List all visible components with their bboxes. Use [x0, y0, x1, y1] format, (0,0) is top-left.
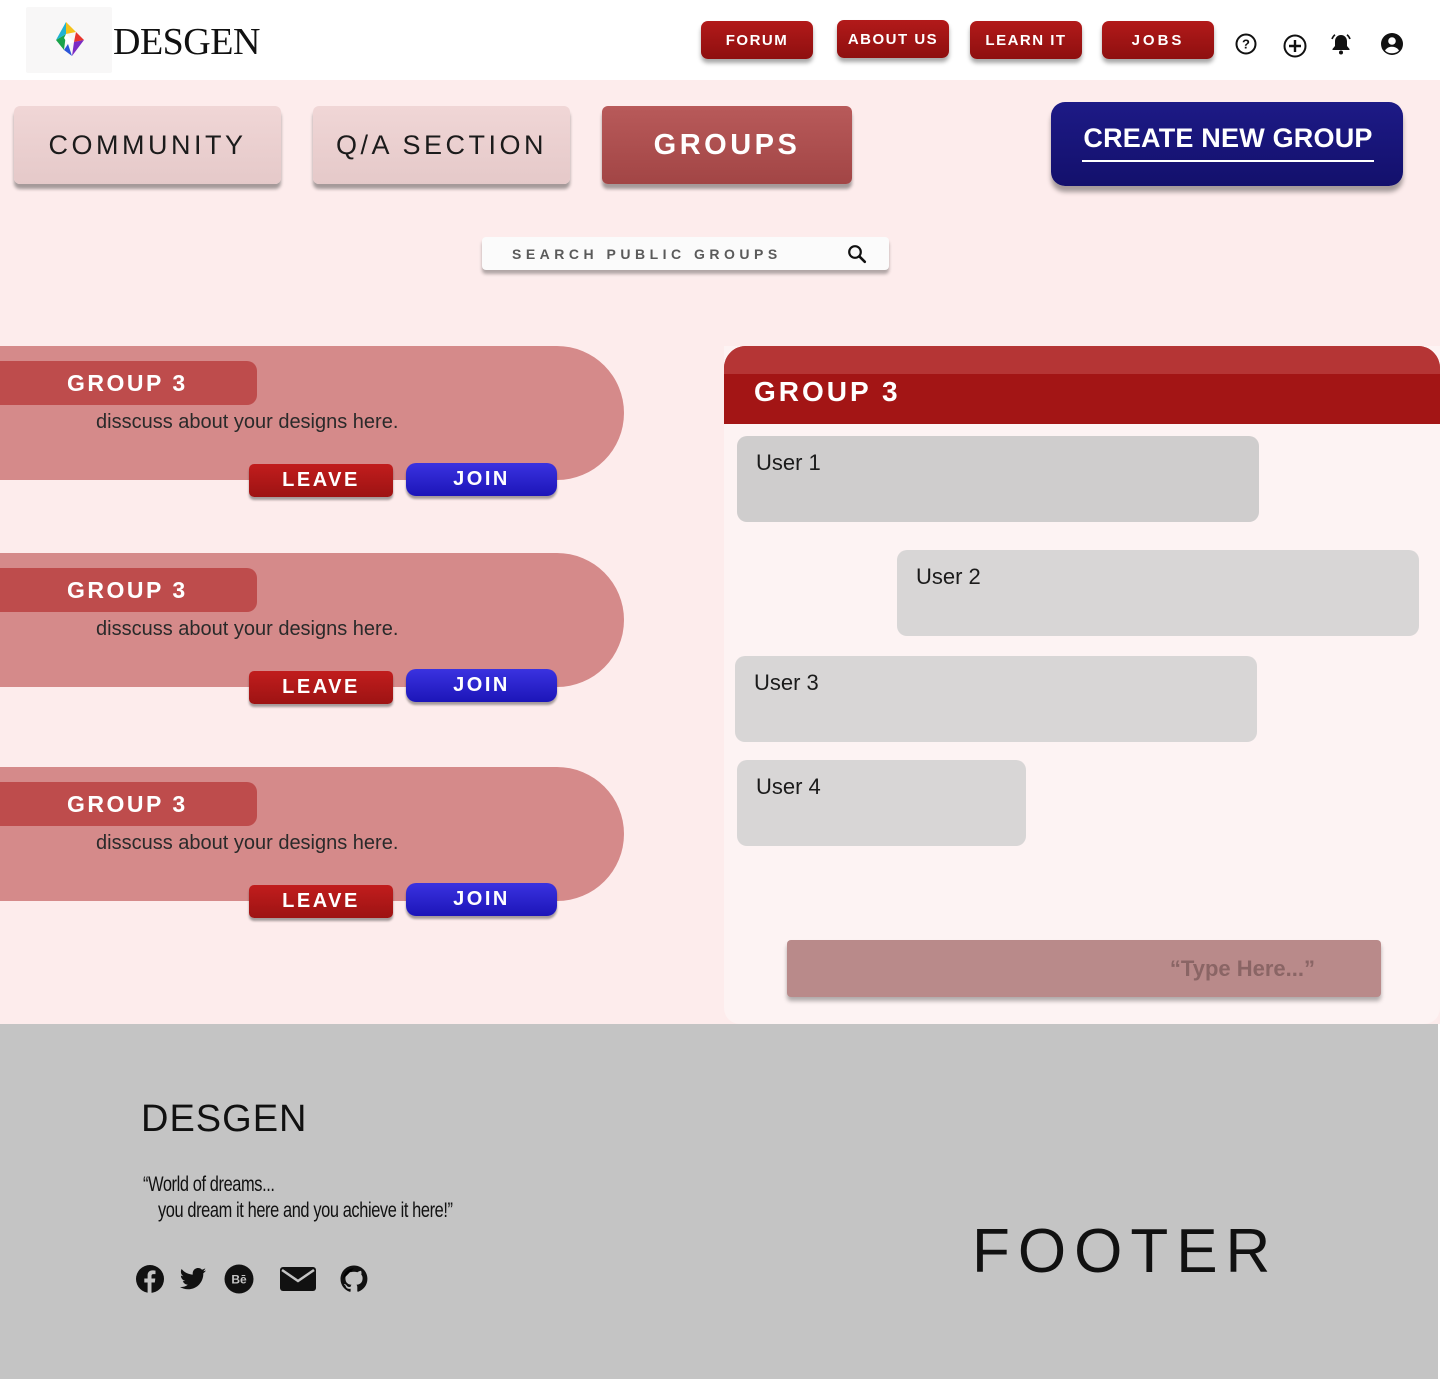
brand-name: DESGEN	[113, 21, 260, 63]
github-icon[interactable]	[339, 1264, 369, 1294]
svg-text:Bē: Bē	[231, 1273, 247, 1287]
tab-qa-section[interactable]: Q/A SECTION	[313, 106, 570, 184]
add-icon[interactable]	[1283, 34, 1307, 58]
chat-header: GROUP 3	[724, 346, 1440, 424]
chat-message: User 3	[735, 656, 1257, 742]
leave-group-button[interactable]: LEAVE	[249, 464, 393, 497]
logo-icon	[56, 22, 84, 56]
footer: DESGEN “World of dreams... you dream it …	[0, 1024, 1438, 1379]
search-icon[interactable]	[846, 243, 868, 265]
leave-group-button[interactable]: LEAVE	[249, 671, 393, 704]
facebook-icon[interactable]	[135, 1264, 165, 1294]
join-group-button[interactable]: JOIN	[406, 463, 557, 496]
group-chat-panel: GROUP 3 User 1 User 2 User 3 User 4	[724, 346, 1440, 1024]
group-card: GROUP 3 disscuss about your designs here…	[0, 553, 624, 687]
create-new-group-label: CREATE NEW GROUP	[1082, 123, 1374, 162]
group-title: GROUP 3	[0, 568, 257, 612]
chat-input-box	[787, 940, 1381, 997]
chat-message: User 2	[897, 550, 1419, 636]
group-description: disscuss about your designs here.	[96, 832, 399, 854]
behance-icon[interactable]: Bē	[224, 1264, 254, 1294]
create-new-group-button[interactable]: CREATE NEW GROUP	[1051, 102, 1403, 186]
account-icon[interactable]	[1380, 32, 1404, 56]
group-card: GROUP 3 disscuss about your designs here…	[0, 767, 624, 901]
footer-label: FOOTER	[972, 1217, 1279, 1286]
leave-group-button[interactable]: LEAVE	[249, 885, 393, 918]
search-input[interactable]	[512, 237, 832, 270]
chat-message: User 4	[737, 760, 1026, 846]
tab-groups[interactable]: GROUPS	[602, 106, 852, 184]
chat-title: GROUP 3	[754, 376, 901, 407]
logo[interactable]	[26, 7, 112, 73]
group-title: GROUP 3	[0, 782, 257, 826]
nav-learn-it-button[interactable]: LEARN IT	[970, 21, 1082, 59]
help-icon[interactable]: ?	[1234, 32, 1258, 56]
join-group-button[interactable]: JOIN	[406, 883, 557, 916]
footer-quote-line1: “World of dreams...	[143, 1173, 275, 1196]
twitter-icon[interactable]	[178, 1264, 208, 1294]
group-description: disscuss about your designs here.	[96, 411, 399, 433]
footer-brand: DESGEN	[141, 1098, 308, 1140]
svg-text:?: ?	[1242, 37, 1250, 52]
footer-quote-line2: you dream it here and you achieve it her…	[158, 1199, 453, 1222]
notification-bell-icon[interactable]	[1329, 32, 1353, 56]
main-content: COMMUNITY Q/A SECTION GROUPS CREATE NEW …	[0, 80, 1440, 1024]
chat-message: User 1	[737, 436, 1259, 522]
top-header: DESGEN FORUM ABOUT US LEARN IT JOBS ?	[0, 0, 1440, 80]
nav-jobs-button[interactable]: JOBS	[1102, 21, 1214, 59]
nav-about-us-button[interactable]: ABOUT US	[837, 20, 949, 58]
nav-forum-button[interactable]: FORUM	[701, 21, 813, 59]
group-title: GROUP 3	[0, 361, 257, 405]
tab-community[interactable]: COMMUNITY	[14, 106, 281, 184]
chat-message-input[interactable]	[787, 940, 1315, 997]
group-card: GROUP 3 disscuss about your designs here…	[0, 346, 624, 480]
search-bar	[482, 237, 889, 270]
mail-icon[interactable]	[279, 1264, 317, 1294]
group-description: disscuss about your designs here.	[96, 618, 399, 640]
join-group-button[interactable]: JOIN	[406, 669, 557, 702]
